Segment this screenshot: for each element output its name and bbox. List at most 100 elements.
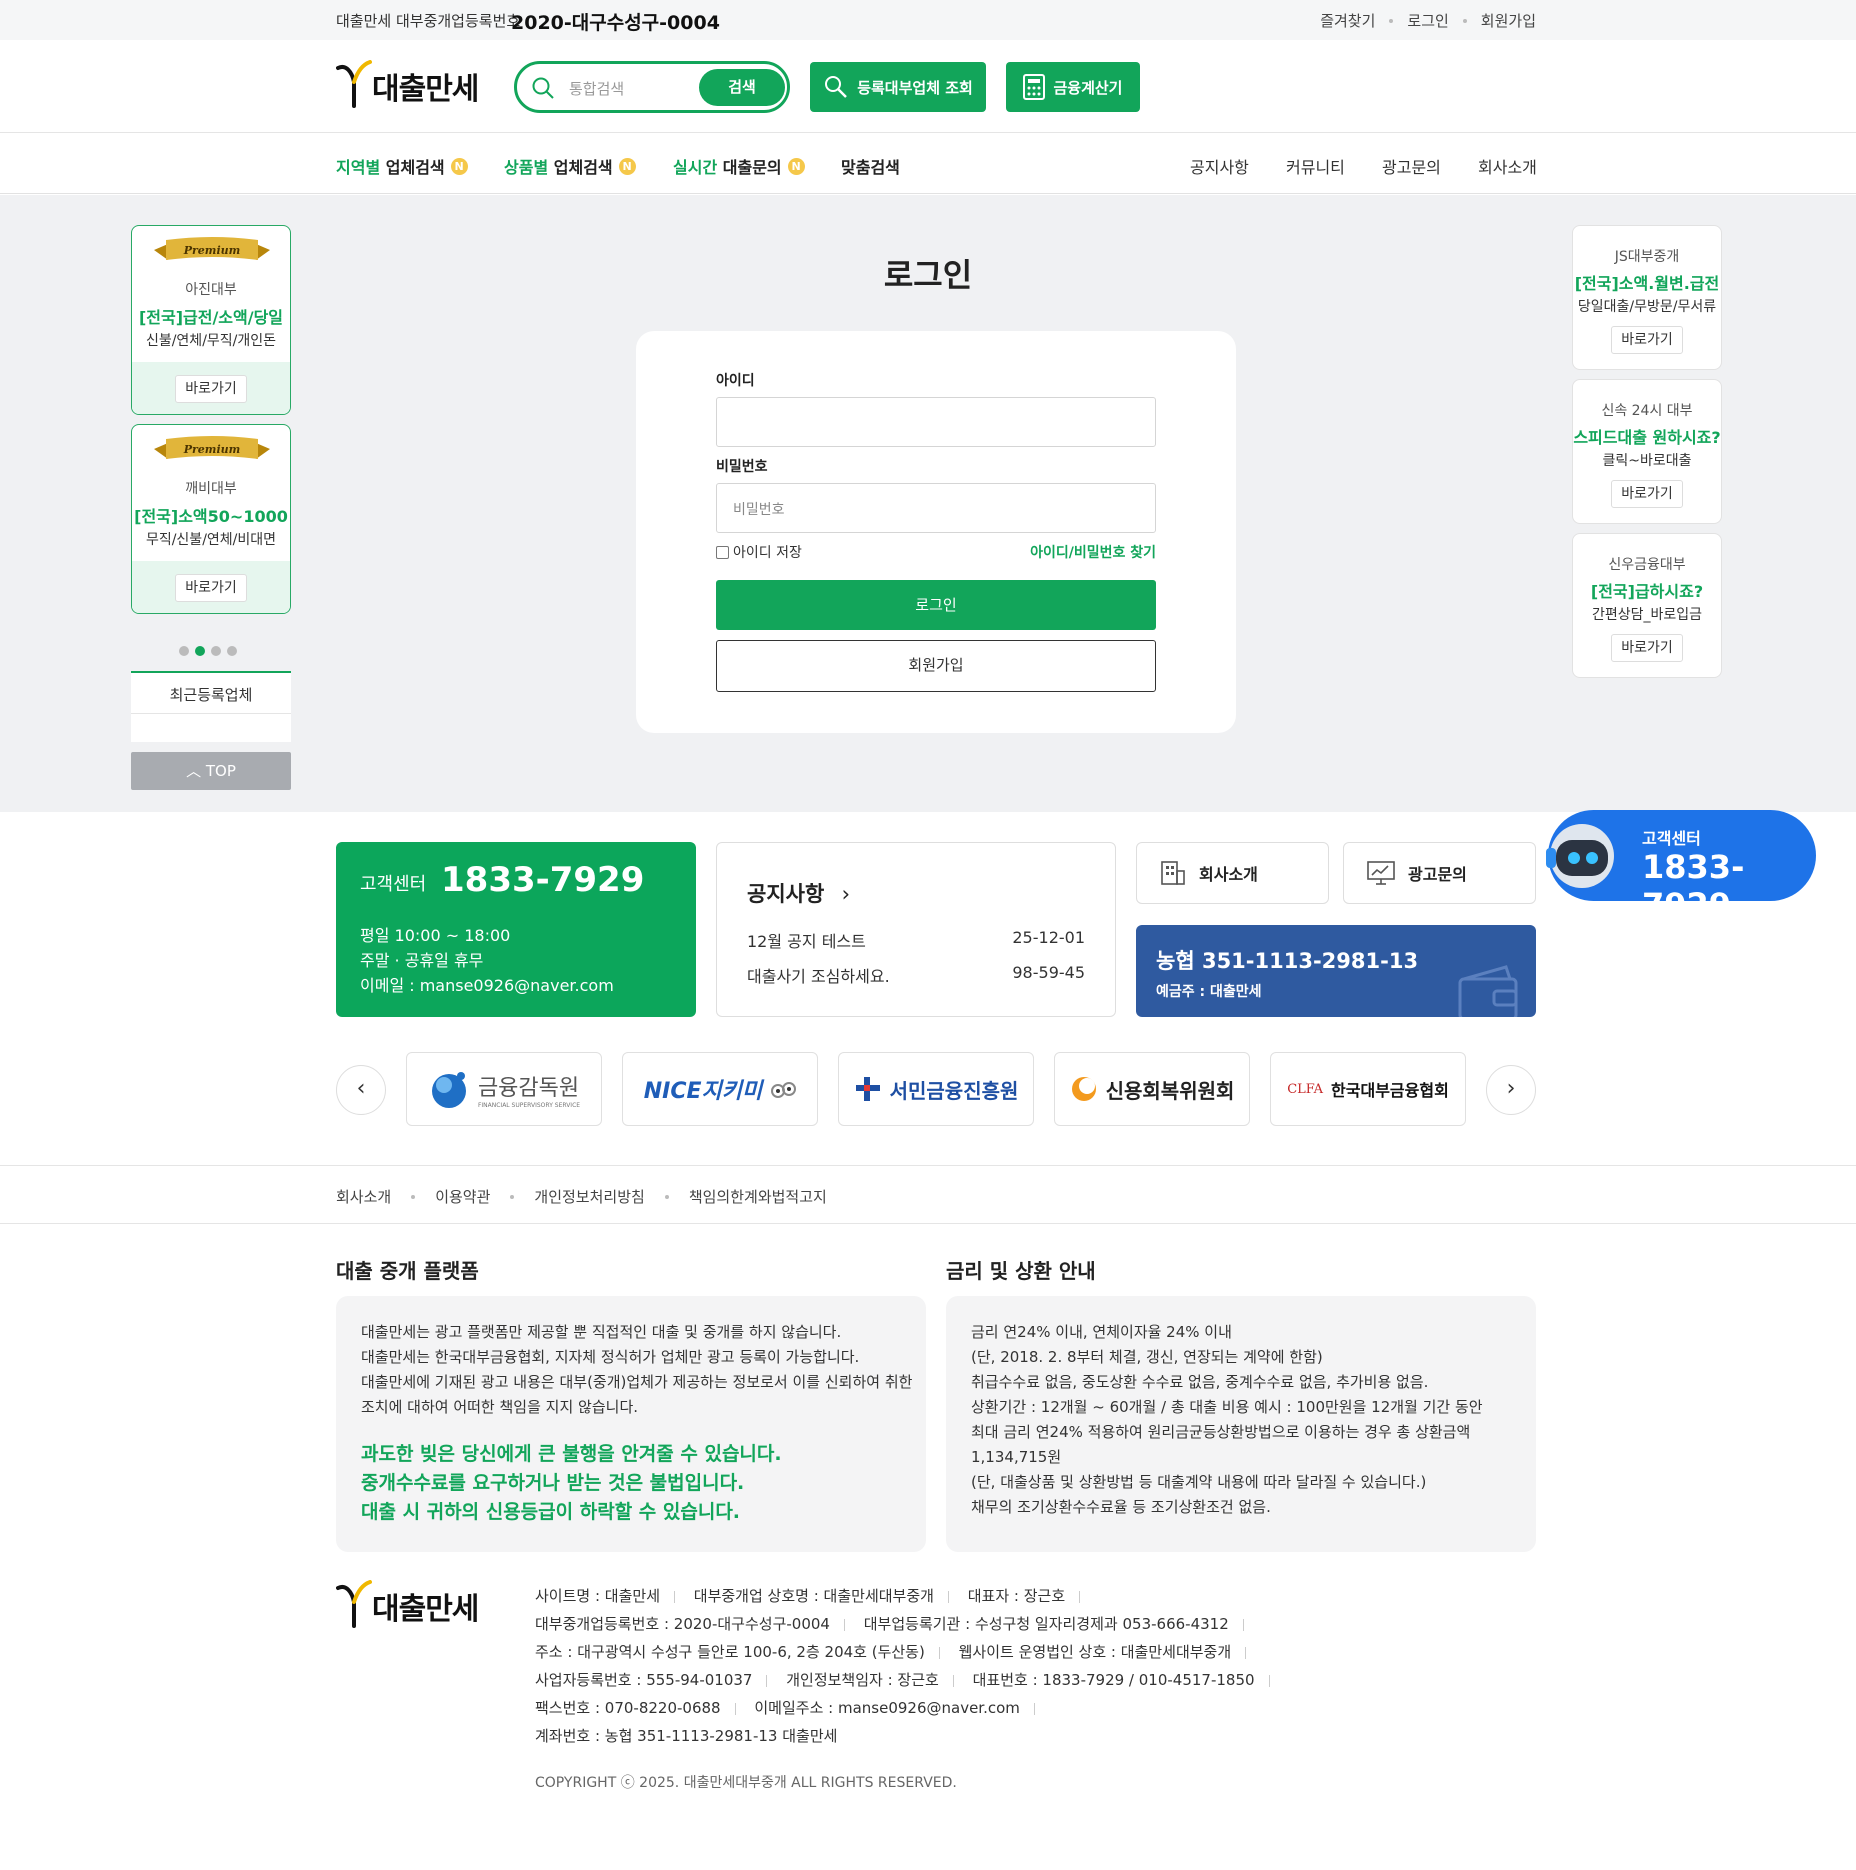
search-box[interactable]: 통합검색 검색 <box>514 61 790 113</box>
carousel-prev-button[interactable]: ‹ <box>336 1065 386 1115</box>
side-ad-card[interactable]: 신속 24시 대부 스피드대출 원하시죠? 클릭~바로대출 바로가기 <box>1572 379 1722 524</box>
bookmark-link[interactable]: 즐겨찾기 <box>1320 10 1375 31</box>
partner-logo-ccrs[interactable]: 신용회복위원회 <box>1054 1052 1250 1126</box>
pager-dot[interactable] <box>179 646 189 656</box>
platform-section-title: 대출 중개 플랫폼 <box>336 1259 479 1283</box>
footer-link-disclaimer[interactable]: 책임의한계와법적고지 <box>689 1186 827 1207</box>
go-button[interactable]: 바로가기 <box>1611 634 1683 662</box>
partner-name: NICE지키미 <box>643 1079 763 1104</box>
nav-notice[interactable]: 공지사항 <box>1190 154 1249 178</box>
partner-name: 신용회복위원회 <box>1105 1078 1235 1103</box>
carousel-next-button[interactable]: › <box>1486 1065 1536 1115</box>
footer-link-privacy[interactable]: 개인정보처리방침 <box>534 1186 644 1207</box>
footer-link-company[interactable]: 회사소개 <box>336 1186 391 1207</box>
side-ad-card[interactable]: 신우금융대부 [전국]급하시죠? 간편상담_바로입금 바로가기 <box>1572 533 1722 678</box>
partner-logo-kinfa[interactable]: 서민금융진흥원 <box>838 1052 1034 1126</box>
registration-label: 대출만세 대부중개업등록번호 : <box>336 12 530 30</box>
customer-center-number[interactable]: 1833-7929 <box>441 860 644 900</box>
divider-dot <box>664 1194 669 1199</box>
login-link[interactable]: 로그인 <box>1407 10 1448 31</box>
floating-cs-label: 고객센터 <box>1642 829 1701 848</box>
search-input[interactable]: 통합검색 <box>569 78 624 99</box>
partner-logo-fss[interactable]: 금융감독원 FINANCIAL SUPERVISORY SERVICE <box>406 1052 602 1126</box>
search-icon <box>532 77 554 99</box>
ad-title: [전국]급전/소액/당일 <box>138 308 284 327</box>
id-label: 아이디 <box>716 373 755 389</box>
nav-company[interactable]: 회사소개 <box>1478 154 1537 178</box>
registry-lookup-button[interactable]: 등록대부업체 조회 <box>810 62 986 112</box>
rate-section-title: 금리 및 상환 안내 <box>946 1259 1096 1283</box>
login-button[interactable]: 로그인 <box>716 580 1156 630</box>
search-button[interactable]: 검색 <box>699 69 785 106</box>
save-id-checkbox[interactable]: 아이디 저장 <box>716 542 802 562</box>
notice-title[interactable]: 공지사항 › <box>747 878 850 908</box>
partner-sub: CLFA <box>1287 1081 1324 1097</box>
logo-text: 대출만세 <box>372 1592 479 1627</box>
owl-icon <box>771 1082 797 1098</box>
pager-dot[interactable] <box>227 646 237 656</box>
nav-realtime-inquiry[interactable]: 실시간 대출문의 N <box>673 154 805 178</box>
nav-custom-search[interactable]: 맞춤검색 <box>841 154 900 178</box>
partner-name: 한국대부금융협회 <box>1331 1081 1449 1100</box>
go-button[interactable]: 바로가기 <box>175 375 247 403</box>
new-badge: N <box>618 157 636 175</box>
footer-link-terms[interactable]: 이용약관 <box>435 1186 490 1207</box>
nav-region-search[interactable]: 지역별 업체검색 N <box>336 154 468 178</box>
find-account-link[interactable]: 아이디/비밀번호 찾기 <box>1030 542 1156 562</box>
logo-mark-icon <box>336 1580 372 1628</box>
building-icon <box>1161 861 1185 885</box>
id-input[interactable] <box>716 397 1156 447</box>
site-logo[interactable]: 대출만세 <box>336 60 479 108</box>
registration-number: 2020-대구수성구-0004 <box>511 12 720 34</box>
bank-account-box: 농협 351-1113-2981-13 예금주 : 대출만세 <box>1136 925 1536 1017</box>
notice-item-date: 98-59-45 <box>1012 963 1085 982</box>
partner-logo-nice[interactable]: NICE지키미 <box>622 1052 818 1126</box>
go-button[interactable]: 바로가기 <box>175 574 247 602</box>
signup-button[interactable]: 회원가입 <box>716 640 1156 692</box>
top-bar: 대출만세 대부중개업등록번호 : 2020-대구수성구-0004 즐겨찾기 로그… <box>0 0 1856 40</box>
ad-title: [전국]급하시죠? <box>1590 582 1704 601</box>
ccrs-emblem-icon <box>1071 1077 1096 1101</box>
password-input[interactable]: 비밀번호 <box>716 483 1156 533</box>
chevron-left-icon: ‹ <box>356 1076 366 1101</box>
recent-companies-title: 최근등록업체 <box>169 686 253 704</box>
company-info-label: 회사소개 <box>1199 865 1258 884</box>
bank-account-number: 농협 351-1113-2981-13 <box>1156 949 1419 973</box>
ad-description: 간편상담_바로입금 <box>1591 607 1703 623</box>
magnifier-icon <box>825 76 848 98</box>
signup-link[interactable]: 회원가입 <box>1481 10 1536 31</box>
legal-warnings: 과도한 빚은 당신에게 큰 불행을 안겨줄 수 있습니다. 중개수수료를 요구하… <box>361 1443 782 1523</box>
logo-text: 대출만세 <box>372 72 479 107</box>
go-button[interactable]: 바로가기 <box>1611 326 1683 354</box>
ad-footer: 바로가기 <box>132 362 290 414</box>
company-info-button[interactable]: 회사소개 <box>1136 842 1329 904</box>
nav-product-search[interactable]: 상품별 업체검색 N <box>504 154 636 178</box>
divider <box>131 713 291 714</box>
go-button[interactable]: 바로가기 <box>1611 480 1683 508</box>
checkbox-icon[interactable] <box>716 545 729 559</box>
notice-box: 공지사항 › 12월 공지 테스트 25-12-01 대출사기 조심하세요. 9… <box>716 842 1116 1017</box>
customer-center-box: 고객센터 1833-7929 평일 10:00 ~ 18:00 주말 · 공휴일… <box>336 842 696 1017</box>
pager-dot-active[interactable] <box>195 646 205 656</box>
nav-community[interactable]: 커뮤니티 <box>1286 154 1345 178</box>
premium-ribbon-icon: Premium <box>154 436 270 459</box>
password-placeholder: 비밀번호 <box>733 502 785 518</box>
partner-name: 서민금융진흥원 <box>889 1078 1019 1103</box>
scroll-top-button[interactable]: ︿ TOP <box>131 752 291 790</box>
account-owner: 예금주 : 대출만세 <box>1156 984 1262 1000</box>
pager-dot[interactable] <box>211 646 221 656</box>
partner-logo-clfa[interactable]: CLFA 한국대부금융협회 <box>1270 1052 1466 1126</box>
footer-logo[interactable]: 대출만세 <box>336 1580 479 1628</box>
side-ad-card[interactable]: JS대부중개 [전국]소액.월변.급전 당일대출/무방문/무서류 바로가기 <box>1572 225 1722 370</box>
premium-ad-card[interactable]: Premium 깨비대부 [전국]소액50~1000 무직/신불/연체/비대면 … <box>131 424 291 614</box>
main-nav: 지역별 업체검색 N 상품별 업체검색 N 실시간 대출문의 N 맞춤검색 공지… <box>0 134 1856 194</box>
calculator-button[interactable]: 금융계산기 <box>1006 62 1140 112</box>
floating-customer-center[interactable]: 고객센터 1833-7929 <box>1546 810 1816 924</box>
nav-ad-inquiry[interactable]: 광고문의 <box>1382 154 1441 178</box>
top-label: TOP <box>205 762 236 780</box>
ad-inquiry-button[interactable]: 광고문의 <box>1343 842 1536 904</box>
ad-title: 스피드대출 원하시죠? <box>1573 428 1721 447</box>
recent-companies-panel: 최근등록업체 <box>131 671 291 742</box>
customer-center-label: 고객센터 <box>360 874 427 895</box>
divider-dot <box>411 1194 416 1199</box>
